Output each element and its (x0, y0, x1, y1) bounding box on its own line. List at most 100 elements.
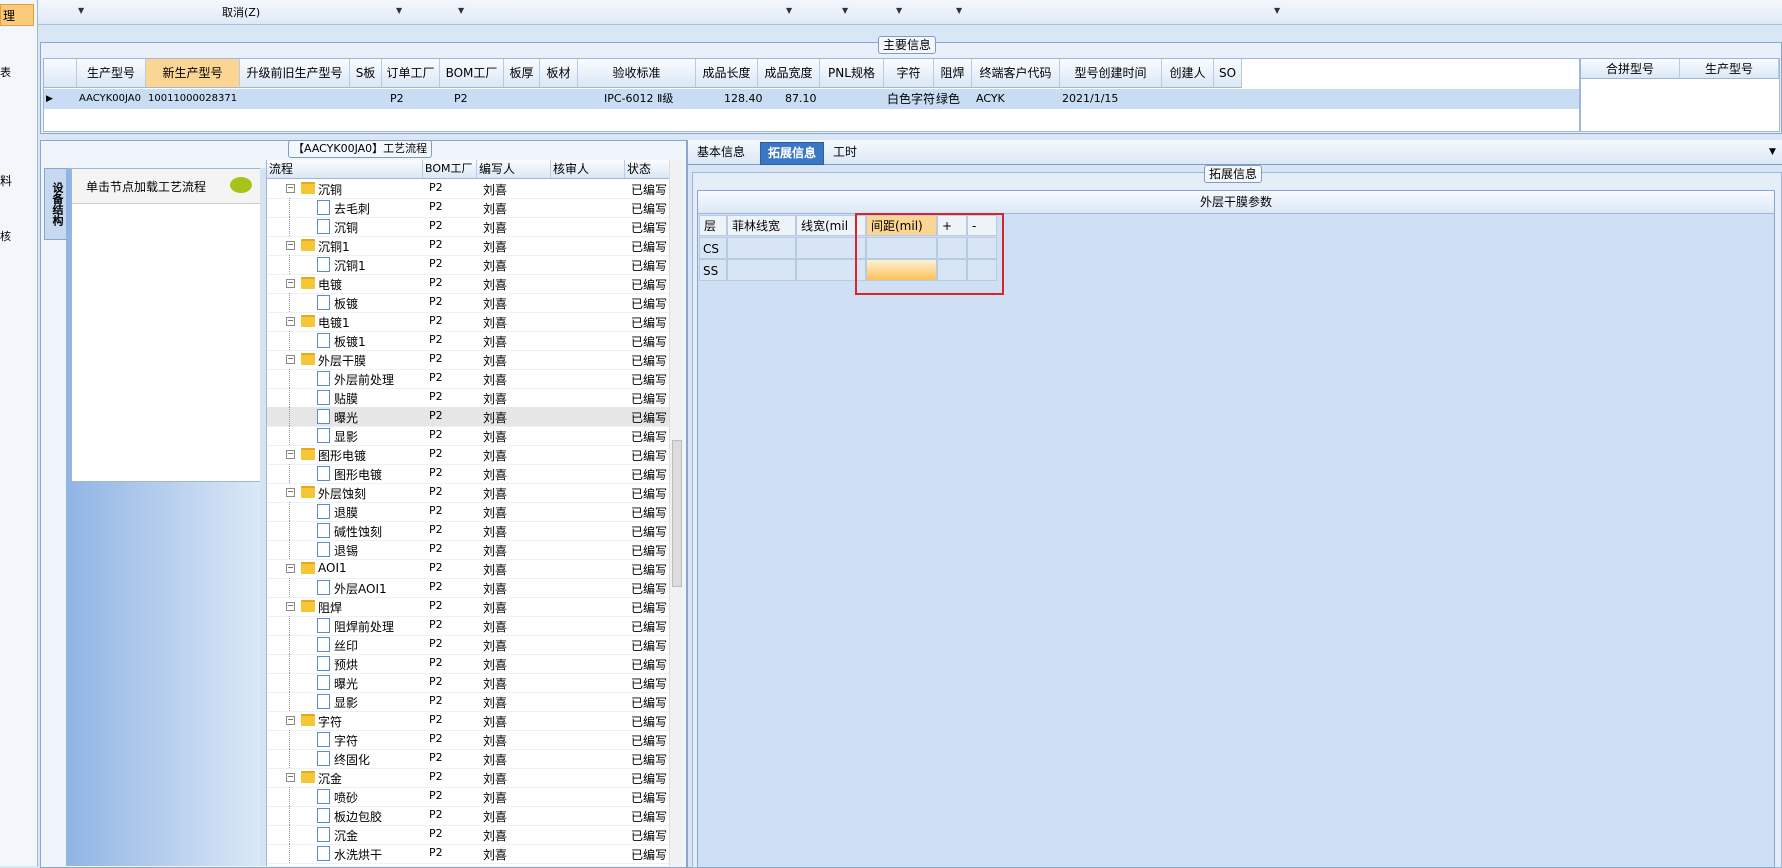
column-header[interactable]: 成品宽度 (758, 59, 820, 88)
column-header[interactable]: 编写人 (477, 160, 551, 178)
tree-row[interactable]: − 电镀 P2 刘喜 已编写 (267, 274, 682, 294)
tree-row[interactable]: 贴膜 P2 刘喜 已编写 (267, 388, 682, 408)
column-header[interactable]: 阻焊 (934, 59, 972, 88)
column-header[interactable]: 核审人 (551, 160, 625, 178)
dropdown-arrow-icon[interactable]: ▼ (786, 6, 792, 15)
tab-work-hours[interactable]: 工时 (826, 142, 864, 163)
load-process-header[interactable]: 单击节点加载工艺流程 (72, 169, 260, 204)
tree-row[interactable]: 显影 P2 刘喜 已编写 (267, 426, 682, 446)
tree-row[interactable]: − 沉铜 P2 刘喜 已编写 (267, 179, 682, 199)
cell-order-factory[interactable]: P2 (390, 89, 404, 109)
cell-standard[interactable]: IPC-6012 Ⅱ级 (604, 89, 673, 109)
column-header[interactable]: 字符 (884, 59, 934, 88)
column-header[interactable]: 板厚 (504, 59, 540, 88)
left-nav-item-active[interactable]: 理 (0, 4, 34, 26)
column-header[interactable]: 终端客户代码 (972, 59, 1060, 88)
dropdown-arrow-icon[interactable]: ▼ (956, 6, 962, 15)
tree-row[interactable]: 退锡 P2 刘喜 已编写 (267, 540, 682, 560)
tree-row[interactable]: 外层前处理 P2 刘喜 已编写 (267, 369, 682, 389)
column-header[interactable]: 型号创建时间 (1060, 59, 1162, 88)
collapse-toggle-icon[interactable]: − (286, 773, 295, 782)
tree-row[interactable]: − 外层干膜 P2 刘喜 已编写 (267, 350, 682, 370)
tree-row[interactable]: 显影 P2 刘喜 已编写 (267, 692, 682, 712)
column-header[interactable]: S板 (350, 59, 382, 88)
cell-customer[interactable]: ACYK (976, 89, 1005, 109)
cancel-button[interactable]: 取消(Z) (222, 4, 260, 20)
tree-row[interactable]: 板镀1 P2 刘喜 已编写 (267, 331, 682, 351)
cell-created[interactable]: 2021/1/15 (1062, 89, 1118, 109)
tree-row[interactable]: − AOI1 P2 刘喜 已编写 (267, 559, 682, 579)
collapse-toggle-icon[interactable]: − (286, 279, 295, 288)
table-cell[interactable] (727, 259, 796, 281)
column-header[interactable]: SO (1214, 59, 1242, 88)
tree-row[interactable]: − 阻焊 P2 刘喜 已编写 (267, 597, 682, 617)
tree-row[interactable]: 丝印 P2 刘喜 已编写 (267, 635, 682, 655)
dropdown-arrow-icon[interactable]: ▼ (1274, 6, 1280, 15)
left-nav-item[interactable]: 料 (0, 172, 34, 189)
tree-row[interactable]: 板边包胶 P2 刘喜 已编写 (267, 806, 682, 826)
scrollbar-thumb[interactable] (672, 440, 682, 587)
column-header[interactable]: 创建人 (1162, 59, 1214, 88)
tree-row[interactable]: − 图形电镀 P2 刘喜 已编写 (267, 445, 682, 465)
collapse-toggle-icon[interactable]: − (286, 564, 295, 573)
tree-row[interactable]: 沉铜 P2 刘喜 已编写 (267, 217, 682, 237)
dropdown-arrow-icon[interactable]: ▼ (458, 6, 464, 15)
cell-length[interactable]: 128.40 (724, 89, 763, 109)
column-header[interactable]: 验收标准 (578, 59, 696, 88)
collapse-toggle-icon[interactable]: − (286, 317, 295, 326)
tab-basic-info[interactable]: 基本信息 (690, 142, 752, 163)
collapse-toggle-icon[interactable]: − (286, 716, 295, 725)
column-header[interactable]: 生产型号 (77, 59, 146, 88)
tree-row[interactable]: 曝光 P2 刘喜 已编写 (267, 673, 682, 693)
dropdown-arrow-icon[interactable]: ▼ (78, 6, 84, 15)
cell-width[interactable]: 87.10 (785, 89, 817, 109)
dropdown-arrow-icon[interactable]: ▼ (896, 6, 902, 15)
tree-scrollbar[interactable] (669, 160, 682, 866)
tree-row[interactable]: 阻焊前处理 P2 刘喜 已编写 (267, 616, 682, 636)
tree-row[interactable]: 外层AOI1 P2 刘喜 已编写 (267, 578, 682, 598)
tree-row[interactable]: 沉铜1 P2 刘喜 已编写 (267, 255, 682, 275)
tab-extended-info[interactable]: 拓展信息 (760, 142, 825, 165)
column-header[interactable]: 新生产型号 (146, 59, 240, 88)
tree-row[interactable]: 曝光 P2 刘喜 已编写 (267, 407, 682, 427)
column-header[interactable]: BOM工厂 (423, 160, 477, 178)
tree-row[interactable]: − 电镀1 P2 刘喜 已编写 (267, 312, 682, 332)
tree-row[interactable]: 退膜 P2 刘喜 已编写 (267, 502, 682, 522)
tree-row[interactable]: − 外层蚀刻 P2 刘喜 已编写 (267, 483, 682, 503)
tree-row[interactable]: 碱性蚀刻 P2 刘喜 已编写 (267, 521, 682, 541)
cell-model[interactable]: AACYK00JA0 (79, 89, 145, 109)
collapse-toggle-icon[interactable]: − (286, 602, 295, 611)
tree-row[interactable]: − 沉铜1 P2 刘喜 已编写 (267, 236, 682, 256)
column-header[interactable]: 订单工厂 (382, 59, 440, 88)
left-nav-item[interactable]: 核 (0, 228, 34, 244)
dropdown-arrow-icon[interactable]: ▼ (842, 6, 848, 15)
column-header[interactable]: 成品长度 (696, 59, 758, 88)
tree-row[interactable]: 水洗烘干 P2 刘喜 已编写 (267, 844, 682, 864)
cell-new-model[interactable]: 10011000028371 (148, 89, 240, 109)
column-header[interactable]: 板材 (540, 59, 578, 88)
column-header[interactable]: 生产型号 (1680, 59, 1779, 79)
dropdown-arrow-icon[interactable]: ▼ (396, 6, 402, 15)
equipment-structure-tab[interactable]: 设备结构 (44, 168, 68, 240)
collapse-toggle-icon[interactable]: − (286, 355, 295, 364)
collapse-toggle-icon[interactable]: − (286, 241, 295, 250)
tree-row[interactable]: 沉金 P2 刘喜 已编写 (267, 825, 682, 845)
column-header[interactable]: 升级前旧生产型号 (240, 59, 350, 88)
collapse-toggle-icon[interactable]: − (286, 450, 295, 459)
column-header[interactable]: 菲林线宽 (727, 215, 796, 236)
column-header[interactable]: PNL规格 (820, 59, 884, 88)
tree-row[interactable]: 图形电镀 P2 刘喜 已编写 (267, 464, 682, 484)
column-header[interactable]: 合拼型号 (1581, 59, 1680, 79)
tree-row[interactable]: 预烘 P2 刘喜 已编写 (267, 654, 682, 674)
collapse-toggle-icon[interactable]: − (286, 488, 295, 497)
tree-row[interactable]: 终固化 P2 刘喜 已编写 (267, 749, 682, 769)
tree-row[interactable]: 字符 P2 刘喜 已编写 (267, 730, 682, 750)
collapse-toggle-icon[interactable]: − (286, 184, 295, 193)
cell-solder[interactable]: 绿色 (936, 89, 960, 109)
column-header[interactable]: 流程 (267, 160, 423, 178)
table-cell[interactable] (727, 237, 796, 259)
tree-row[interactable]: − 沉金 P2 刘喜 已编写 (267, 768, 682, 788)
tree-row[interactable]: 去毛刺 P2 刘喜 已编写 (267, 198, 682, 218)
chevron-down-icon[interactable]: ▼ (1762, 142, 1782, 163)
tree-row[interactable]: − 字符 P2 刘喜 已编写 (267, 711, 682, 731)
